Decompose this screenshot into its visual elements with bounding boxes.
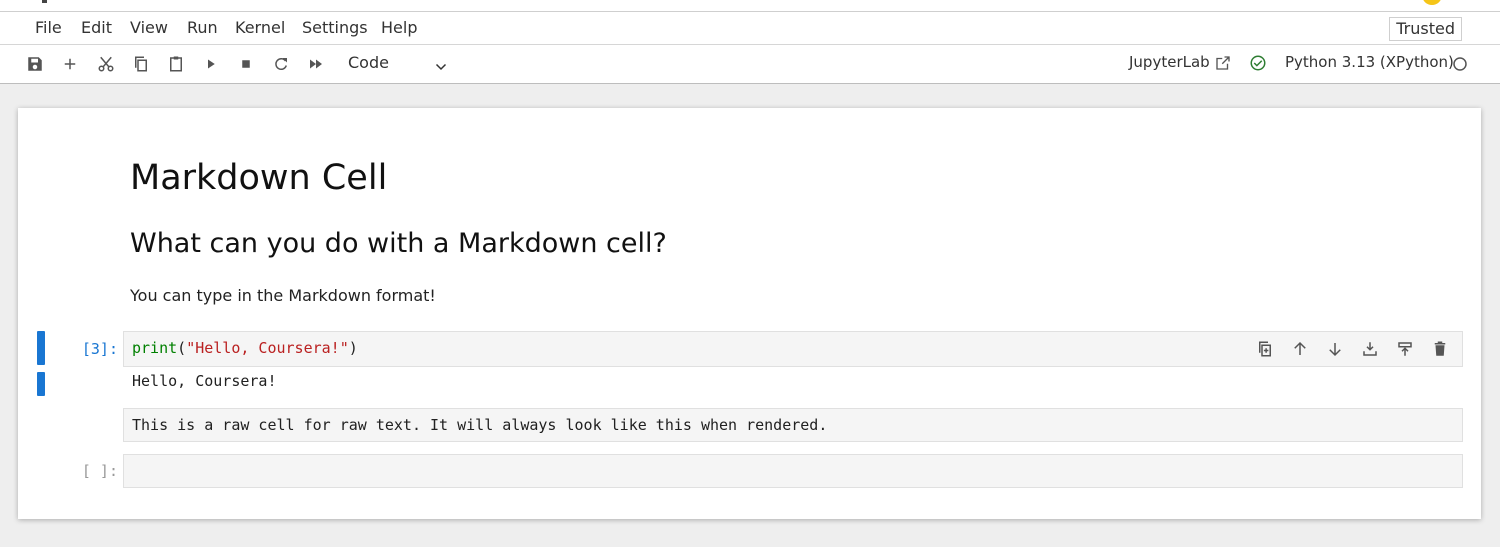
notebook-panel: Markdown Cell What can you do with a Mar… — [18, 108, 1481, 519]
paste-icon — [170, 56, 182, 72]
cell-type-dropdown[interactable]: Code — [340, 51, 450, 77]
raw-cell-editor[interactable]: This is a raw cell for raw text. It will… — [123, 408, 1463, 442]
save-icon — [28, 57, 42, 71]
menu-settings[interactable]: Settings — [302, 18, 368, 37]
insert-above-icon — [1398, 342, 1412, 356]
paste-button[interactable] — [165, 53, 187, 75]
external-link-icon — [1216, 56, 1230, 70]
circle-icon — [1453, 57, 1467, 71]
top-strip-mark — [42, 0, 47, 3]
move-up-button[interactable] — [1289, 338, 1311, 360]
add-cell-icon — [64, 58, 76, 70]
menu-view[interactable]: View — [130, 18, 168, 37]
empty-code-cell-editor[interactable] — [123, 454, 1463, 488]
delete-cell-button[interactable] — [1429, 338, 1451, 360]
duplicate-cell-button[interactable] — [1254, 338, 1276, 360]
stop-icon — [242, 60, 250, 68]
execution-prompt: [3]: — [81, 340, 118, 358]
check-circle-icon — [1250, 55, 1266, 71]
kernel-name[interactable]: Python 3.13 (XPython) — [1285, 53, 1454, 71]
open-jupyterlab-button[interactable] — [1212, 52, 1234, 74]
notebook-toolbar: Code JupyterLab Python 3.13 (XPython) — [0, 45, 1500, 84]
run-button[interactable] — [200, 53, 222, 75]
markdown-heading-2: What can you do with a Markdown cell? — [130, 228, 667, 259]
menu-bar: File Edit View Run Kernel Settings Help … — [0, 12, 1500, 45]
delete-icon — [1434, 341, 1446, 356]
copy-icon — [135, 56, 147, 72]
raw-cell-text: This is a raw cell for raw text. It will… — [132, 416, 828, 434]
code-string: "Hello, Coursera!" — [186, 339, 349, 357]
empty-cell-prompt: [ ]: — [81, 462, 118, 480]
run-icon — [208, 59, 215, 69]
run-all-button[interactable] — [305, 53, 327, 75]
output-collapser[interactable] — [37, 372, 45, 396]
cell-type-value: Code — [348, 53, 389, 72]
move-down-icon — [1329, 343, 1341, 357]
menu-edit[interactable]: Edit — [81, 18, 112, 37]
markdown-heading-1: Markdown Cell — [130, 158, 388, 198]
insert-above-button[interactable] — [1394, 338, 1416, 360]
run-all-icon — [310, 59, 322, 69]
move-up-icon — [1294, 341, 1306, 355]
code-line: print("Hello, Coursera!") — [132, 339, 358, 357]
restart-button[interactable] — [270, 53, 292, 75]
code-paren-close: ) — [348, 339, 358, 357]
cut-icon — [98, 56, 114, 72]
code-builtin: print — [132, 339, 178, 357]
chevron-down-icon — [435, 63, 447, 71]
add-cell-button[interactable] — [59, 53, 81, 75]
save-button[interactable] — [24, 53, 46, 75]
cut-button[interactable] — [95, 53, 117, 75]
browser-top-strip — [0, 0, 1500, 12]
move-down-button[interactable] — [1324, 338, 1346, 360]
menu-kernel[interactable]: Kernel — [235, 18, 285, 37]
cell-output: Hello, Coursera! — [132, 372, 277, 390]
copy-button[interactable] — [130, 53, 152, 75]
menu-help[interactable]: Help — [381, 18, 417, 37]
restart-icon — [275, 58, 287, 70]
kernel-status-indicator — [1449, 53, 1471, 75]
menu-file[interactable]: File — [35, 18, 62, 37]
jupyterlab-link[interactable]: JupyterLab — [1129, 53, 1210, 71]
menu-run[interactable]: Run — [187, 18, 218, 37]
code-paren-open: ( — [177, 339, 187, 357]
trusted-indicator[interactable]: Trusted — [1389, 17, 1462, 41]
duplicate-icon — [1259, 341, 1271, 357]
stop-button[interactable] — [235, 53, 257, 75]
kernel-status-ok — [1247, 52, 1269, 74]
markdown-paragraph: You can type in the Markdown format! — [130, 286, 436, 305]
insert-below-icon — [1363, 342, 1377, 356]
notification-dot-icon — [1422, 0, 1442, 5]
insert-below-button[interactable] — [1359, 338, 1381, 360]
